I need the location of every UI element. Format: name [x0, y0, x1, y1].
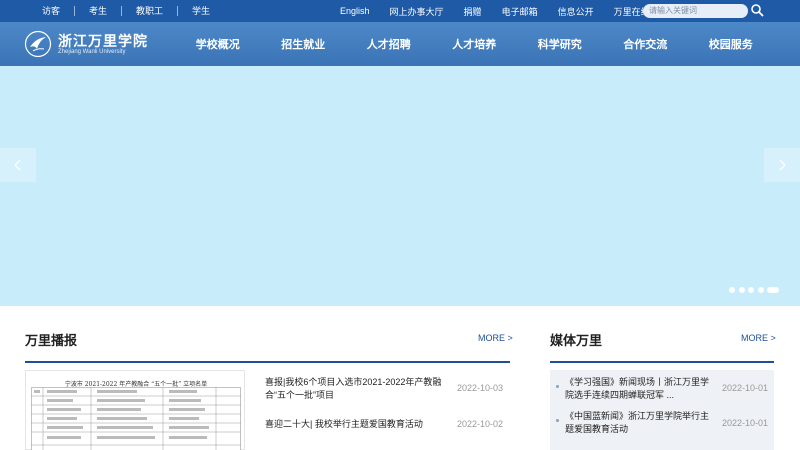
link-student[interactable]: 学生 [178, 6, 224, 16]
nav-item-admissions[interactable]: 招生就业 [261, 36, 347, 52]
news-thumbnail[interactable]: 宁波市 2021-2022 年产教融合 “五个一批” 立项名单 [25, 370, 245, 450]
link-staff[interactable]: 教职工 [122, 6, 179, 16]
nav-item-about[interactable]: 学校概况 [175, 36, 261, 52]
banner-dot[interactable] [748, 287, 754, 293]
media-list: 《学习强国》新闻现场丨浙江万里学院选手连续四期蝉联冠军 ... 2022-10-… [550, 370, 774, 450]
main-nav: 浙江万里学院 Zhejiang Wanli University 学校概况 招生… [0, 22, 800, 66]
list-bullet [556, 385, 559, 388]
search-input[interactable]: 请输入关键词 [643, 4, 748, 18]
hero-banner [0, 66, 800, 306]
media-more-link[interactable]: MORE > [741, 333, 776, 343]
news-item-date: 2022-10-02 [457, 419, 504, 429]
top-utility-bar: 访客 考生 教职工 学生 English 网上办事大厅 捐赠 电子邮箱 信息公开… [0, 0, 800, 22]
media-item-date: 2022-10-01 [722, 383, 769, 393]
university-logo[interactable]: 浙江万里学院 Zhejiang Wanli University [24, 30, 154, 58]
banner-dot[interactable] [729, 287, 735, 293]
link-donation[interactable]: 捐赠 [464, 5, 482, 18]
nav-menu: 学校概况 招生就业 人才招聘 人才培养 科学研究 合作交流 校园服务 [175, 22, 774, 66]
banner-prev-button[interactable] [0, 148, 36, 182]
logo-emblem-icon [24, 30, 52, 58]
chevron-left-icon [14, 159, 21, 171]
news-divider [25, 361, 510, 363]
media-section-title: 媒体万里 [550, 333, 603, 348]
news-item-title[interactable]: 喜报|我校6个项目入选市2021-2022年产教融合“五个一批”项目 [265, 377, 441, 400]
banner-dot[interactable] [738, 287, 745, 293]
news-item[interactable]: 喜迎二十大| 我校举行主题爱国教育活动 [265, 418, 445, 431]
nav-item-research[interactable]: 科学研究 [517, 36, 603, 52]
banner-dot-active[interactable] [767, 287, 779, 293]
utility-links: English 网上办事大厅 捐赠 电子邮箱 信息公开 万里在线 [340, 0, 670, 22]
link-english[interactable]: English [340, 6, 370, 16]
nav-item-campus-services[interactable]: 校园服务 [688, 36, 774, 52]
news-item-title[interactable]: 喜迎二十大| 我校举行主题爱国教育活动 [265, 419, 423, 429]
search-icon[interactable] [750, 3, 764, 17]
logo-name-en: Zhejiang Wanli University [58, 49, 126, 55]
news-more-link[interactable]: MORE > [478, 333, 513, 343]
logo-name-cn: 浙江万里学院 [58, 34, 148, 50]
banner-dot[interactable] [757, 287, 764, 293]
link-info-disclosure[interactable]: 信息公开 [558, 5, 594, 18]
media-item-date: 2022-10-01 [722, 418, 769, 428]
link-applicant[interactable]: 考生 [75, 6, 123, 16]
link-email[interactable]: 电子邮箱 [502, 5, 538, 18]
nav-item-recruitment[interactable]: 人才招聘 [346, 36, 432, 52]
chevron-right-icon [779, 159, 786, 171]
nav-item-education[interactable]: 人才培养 [432, 36, 518, 52]
banner-pagination [729, 287, 783, 293]
link-visitor[interactable]: 访客 [28, 6, 76, 16]
news-item-date: 2022-10-03 [457, 383, 504, 393]
media-item-title[interactable]: 《学习强国》新闻现场丨浙江万里学院选手连续四期蝉联冠军 ... [565, 377, 709, 400]
list-bullet [556, 419, 559, 422]
thumbnail-table-image [31, 387, 241, 450]
banner-next-button[interactable] [764, 148, 800, 182]
link-online-service-hall[interactable]: 网上办事大厅 [390, 5, 444, 18]
news-section-title: 万里播报 [25, 333, 78, 348]
news-item[interactable]: 喜报|我校6个项目入选市2021-2022年产教融合“五个一批”项目 [265, 376, 445, 402]
media-divider [550, 361, 774, 363]
media-item-title[interactable]: 《中国蓝新闻》浙江万里学院举行主题爱国教育活动 [565, 411, 709, 434]
media-item[interactable]: 《学习强国》新闻现场丨浙江万里学院选手连续四期蝉联冠军 ... [565, 376, 715, 402]
media-item[interactable]: 《中国蓝新闻》浙江万里学院举行主题爱国教育活动 [565, 410, 715, 436]
nav-item-cooperation[interactable]: 合作交流 [603, 36, 689, 52]
audience-links: 访客 考生 教职工 学生 [28, 0, 224, 22]
